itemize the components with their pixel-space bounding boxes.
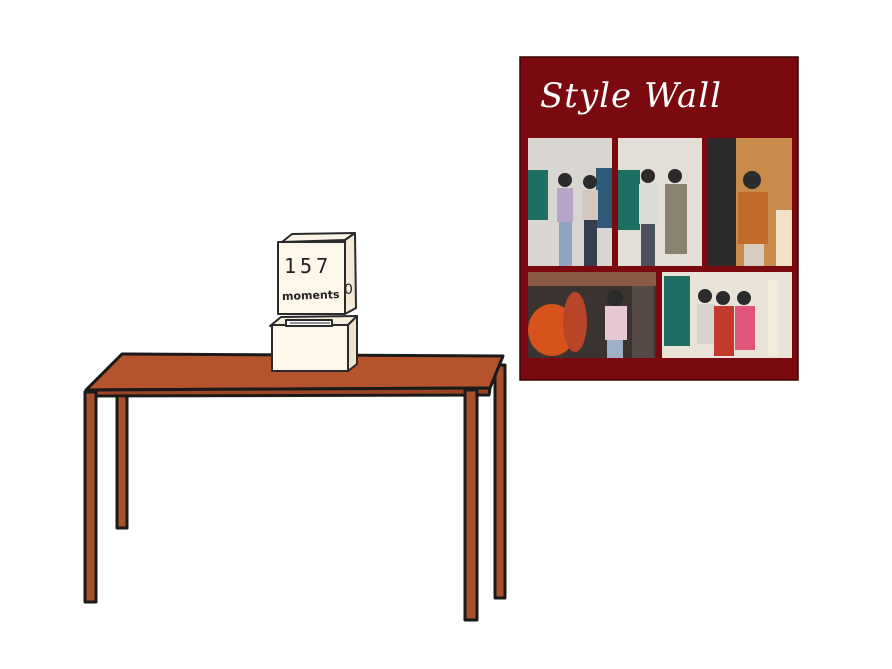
counter-label: moments xyxy=(281,288,340,304)
counter-box-side-face xyxy=(344,232,357,315)
counter-box-front-face xyxy=(277,241,346,315)
table xyxy=(83,352,507,622)
poster-photo-1 xyxy=(528,138,612,266)
poster-photo-3 xyxy=(708,138,792,266)
table-back-leg-left xyxy=(115,383,129,530)
counter-base-front xyxy=(271,324,349,372)
poster-title: Style Wall xyxy=(540,76,722,116)
counter-side-mark: 0 xyxy=(344,282,353,298)
counter-number: 157 xyxy=(284,254,333,278)
poster-photo-2 xyxy=(618,138,702,266)
table-front-leg-right xyxy=(463,388,479,622)
counter-base-side xyxy=(347,315,358,372)
poster-photo-5 xyxy=(662,272,792,358)
table-front-leg-left xyxy=(83,390,98,604)
table-back-leg-right xyxy=(493,363,507,600)
poster-photo-4 xyxy=(528,272,656,358)
table-apron xyxy=(84,386,492,398)
